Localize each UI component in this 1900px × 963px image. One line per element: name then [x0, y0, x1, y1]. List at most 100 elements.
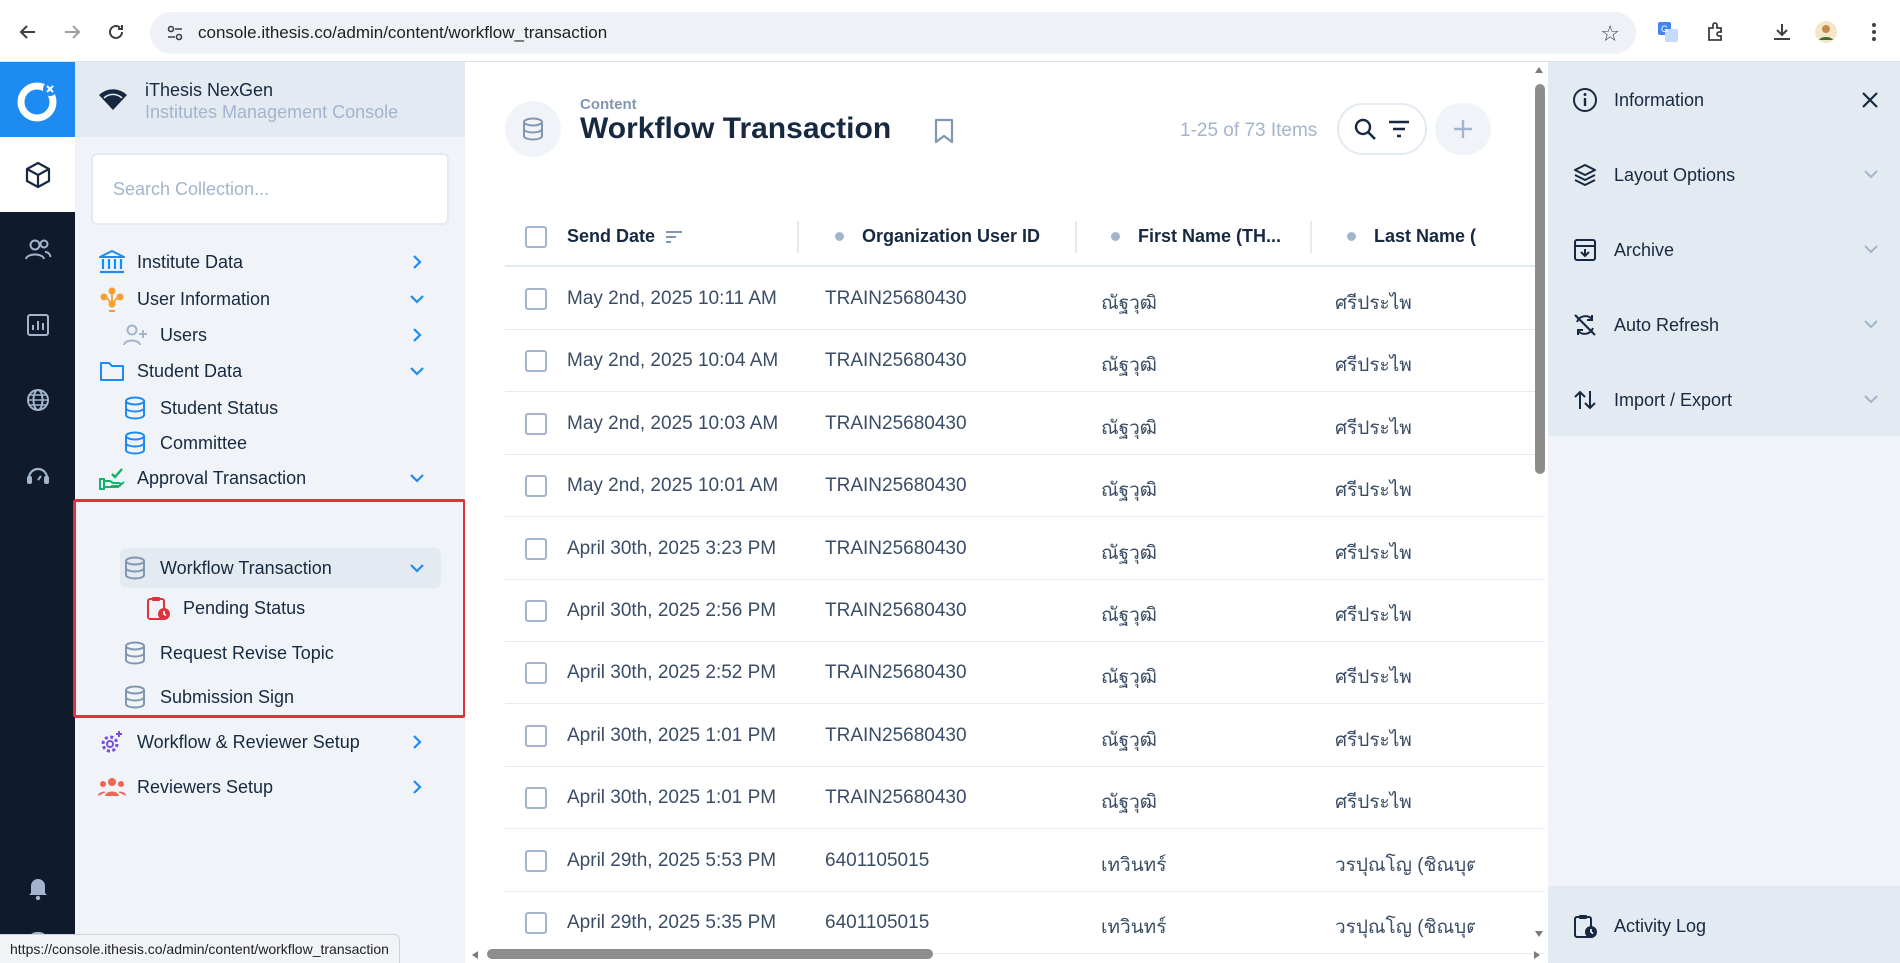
support-module-icon[interactable] — [0, 437, 75, 512]
filter-icon[interactable] — [1387, 119, 1411, 139]
chevron-down-icon[interactable] — [1862, 315, 1880, 333]
nav-item-label: Approval Transaction — [137, 467, 307, 488]
row-checkbox[interactable] — [525, 787, 547, 810]
notifications-bell-icon[interactable] — [0, 850, 75, 925]
url-text[interactable]: console.ithesis.co/admin/content/workflo… — [198, 23, 607, 43]
profile-avatar[interactable] — [1812, 18, 1840, 46]
nav-item-request-revise-topic[interactable]: Request Revise Topic — [120, 633, 441, 673]
search-filter-button[interactable] — [1337, 103, 1427, 155]
app-logo[interactable] — [0, 62, 75, 137]
row-checkbox[interactable] — [525, 600, 547, 622]
table-row[interactable]: May 2nd, 2025 10:01 AM TRAIN25680430 ณัฐวุ… — [505, 455, 1545, 518]
column-header-organization-user-id[interactable]: Organization User ID — [835, 226, 1040, 247]
nav-item-users[interactable]: Users — [120, 315, 441, 355]
add-icon[interactable] — [1452, 118, 1474, 140]
table-row[interactable]: April 30th, 2025 2:56 PM TRAIN25680430 ณัฐ… — [505, 580, 1545, 642]
row-checkbox[interactable] — [525, 662, 547, 685]
nav-item-user-information[interactable]: User Information — [97, 279, 441, 319]
row-checkbox[interactable] — [525, 412, 547, 435]
vertical-scroll-thumb[interactable] — [1535, 84, 1545, 474]
row-checkbox[interactable] — [525, 912, 547, 934]
row-checkbox[interactable] — [525, 350, 547, 373]
table-row[interactable]: May 2nd, 2025 10:03 AM TRAIN25680430 ณัฐวุ… — [505, 393, 1545, 455]
sidebar-activity-log[interactable]: Activity Log — [1570, 906, 1890, 946]
column-resize-handle[interactable] — [797, 221, 799, 253]
table-row[interactable]: May 2nd, 2025 10:11 AM TRAIN25680430 ณัฐวุ… — [505, 268, 1545, 330]
scroll-left-arrow-icon[interactable] — [471, 950, 479, 960]
nav-item-reviewers-setup[interactable]: Reviewers Setup — [97, 767, 441, 807]
table-row[interactable]: April 30th, 2025 3:23 PM TRAIN25680430 ณัฐ… — [505, 518, 1545, 580]
scroll-up-arrow-icon[interactable] — [1534, 66, 1544, 74]
sidebar-layout-options[interactable]: Layout Options — [1570, 155, 1890, 195]
address-bar[interactable]: console.ithesis.co/admin/content/workflo… — [150, 12, 1636, 54]
globe-module-icon[interactable] — [0, 362, 75, 437]
table-row[interactable]: May 2nd, 2025 10:04 AM TRAIN25680430 ณัฐวุ… — [505, 330, 1545, 393]
chevron-down-icon[interactable] — [1862, 165, 1880, 183]
scroll-right-arrow-icon[interactable] — [1533, 950, 1541, 960]
chevron-down-icon[interactable] — [407, 289, 427, 309]
content-module-icon[interactable] — [0, 137, 75, 212]
nav-item-committee[interactable]: Committee — [120, 423, 441, 463]
bookmark-star-icon[interactable]: ☆ — [1600, 21, 1620, 47]
column-header-last-name[interactable]: Last Name ( — [1347, 226, 1476, 247]
site-settings-icon[interactable] — [164, 22, 186, 44]
collection-search[interactable] — [91, 153, 449, 225]
translate-icon[interactable]: G — [1654, 18, 1682, 46]
back-icon[interactable] — [14, 18, 42, 46]
bookmark-icon[interactable] — [933, 118, 955, 149]
row-checkbox[interactable] — [525, 475, 547, 498]
search-icon[interactable] — [1353, 117, 1377, 141]
column-header-first-name[interactable]: First Name (TH... — [1111, 226, 1281, 247]
horizontal-scroll-thumb[interactable] — [487, 949, 933, 959]
forward-icon[interactable] — [58, 18, 86, 46]
download-icon[interactable] — [1768, 18, 1796, 46]
chevron-down-icon[interactable] — [407, 361, 427, 381]
nav-item-label: Student Status — [160, 397, 279, 418]
extensions-icon[interactable] — [1702, 18, 1730, 46]
collection-search-input[interactable] — [93, 155, 447, 223]
more-menu-icon[interactable] — [1860, 18, 1888, 46]
select-all-checkbox[interactable] — [525, 226, 547, 248]
table-row[interactable]: April 30th, 2025 2:52 PM TRAIN25680430 ณัฐ… — [505, 642, 1545, 705]
chevron-right-icon[interactable] — [407, 777, 427, 797]
users-module-icon[interactable] — [0, 212, 75, 287]
chevron-down-icon[interactable] — [1862, 240, 1880, 258]
close-icon[interactable] — [1860, 90, 1880, 110]
nav-item-workflow-transaction[interactable]: Workflow Transaction — [120, 548, 441, 588]
table-row[interactable]: April 30th, 2025 1:01 PM TRAIN25680430 ณัฐ… — [505, 705, 1545, 767]
chevron-right-icon[interactable] — [407, 252, 427, 272]
vertical-scrollbar[interactable] — [1530, 62, 1548, 945]
sidebar-import-export[interactable]: Import / Export — [1570, 380, 1890, 420]
column-resize-handle[interactable] — [1075, 221, 1077, 253]
table-row[interactable]: April 30th, 2025 1:01 PM TRAIN25680430 ณัฐ… — [505, 767, 1545, 830]
nav-item-student-status[interactable]: Student Status — [120, 388, 441, 428]
chevron-down-icon[interactable] — [1862, 390, 1880, 408]
row-checkbox[interactable] — [525, 288, 547, 310]
insights-module-icon[interactable] — [0, 287, 75, 362]
sidebar-information[interactable]: Information — [1570, 80, 1890, 120]
chevron-down-icon[interactable] — [407, 558, 427, 578]
chevron-down-icon[interactable] — [407, 468, 427, 488]
horizontal-scrollbar[interactable] — [465, 945, 1548, 963]
nav-item-student-data[interactable]: Student Data — [97, 351, 441, 391]
table-row[interactable]: April 29th, 2025 5:53 PM 6401105015 เทวินท… — [505, 830, 1545, 892]
row-checkbox[interactable] — [525, 849, 547, 872]
scroll-down-arrow-icon[interactable] — [1534, 930, 1544, 938]
nav-item-submission-sign[interactable]: Submission Sign — [120, 677, 441, 717]
nav-item-workflow-reviewer-setup[interactable]: Workflow & Reviewer Setup — [97, 722, 441, 762]
row-checkbox[interactable] — [525, 537, 547, 560]
nav-item-pending-status[interactable]: Pending Status — [143, 588, 441, 628]
sort-icon[interactable] — [665, 230, 683, 244]
chevron-right-icon[interactable] — [407, 325, 427, 345]
breadcrumb[interactable]: Content — [580, 96, 637, 113]
column-resize-handle[interactable] — [1310, 221, 1312, 253]
sidebar-archive[interactable]: Archive — [1570, 230, 1890, 270]
row-checkbox[interactable] — [525, 724, 547, 747]
reload-icon[interactable] — [102, 18, 130, 46]
sidebar-auto-refresh[interactable]: Auto Refresh — [1570, 305, 1890, 345]
create-item-button[interactable] — [1435, 103, 1491, 155]
chevron-right-icon[interactable] — [407, 732, 427, 752]
column-header-send-date[interactable]: Send Date — [567, 226, 683, 247]
nav-item-institute-data[interactable]: Institute Data — [97, 242, 441, 282]
nav-item-approval-transaction[interactable]: Approval Transaction — [97, 458, 441, 498]
